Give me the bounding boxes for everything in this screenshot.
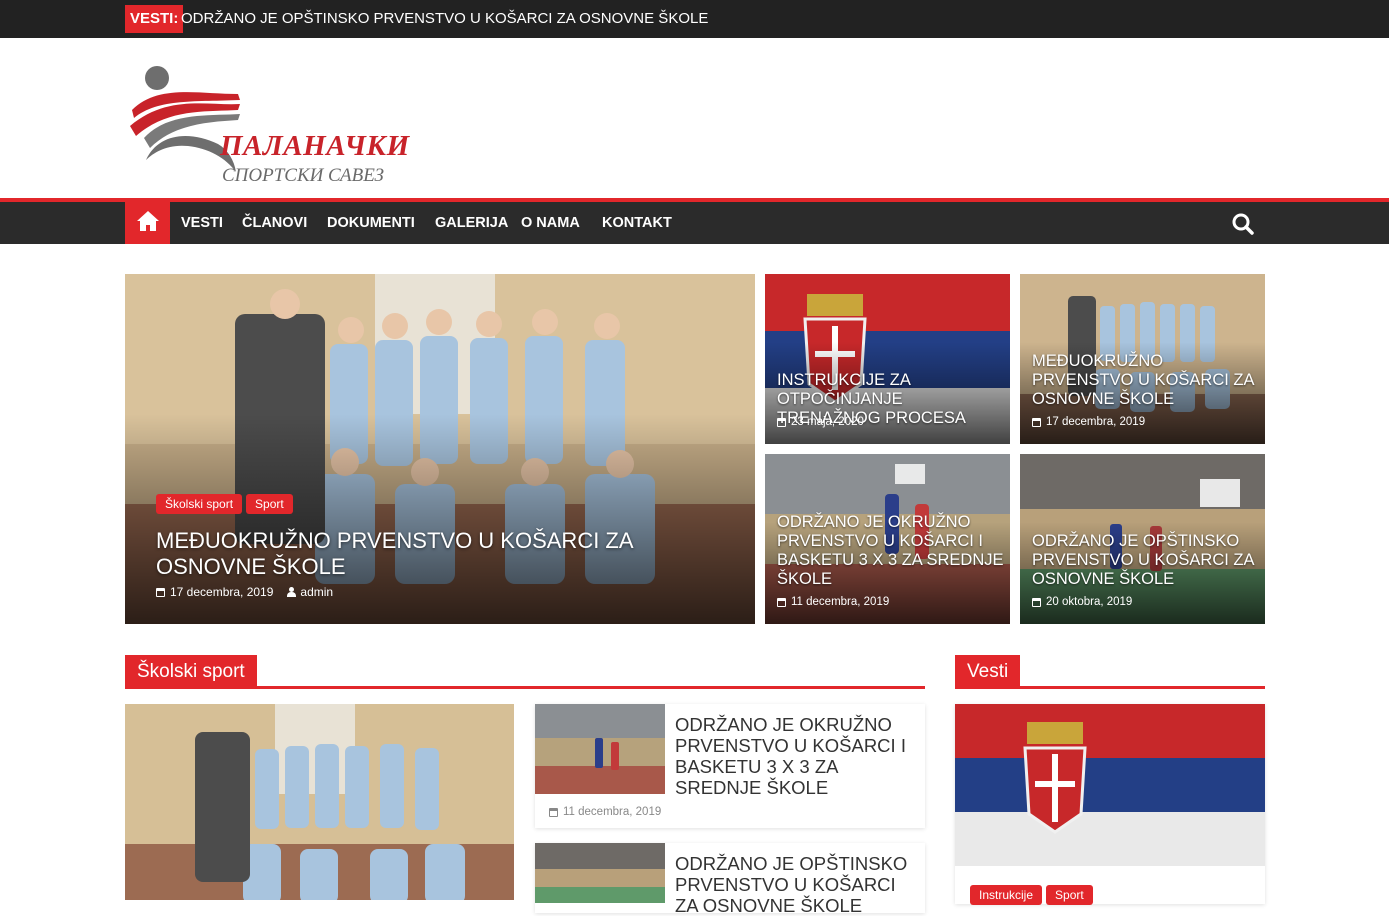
team-photo-image: [125, 704, 514, 900]
tag-sport[interactable]: Sport: [246, 494, 293, 514]
calendar-icon: [777, 597, 786, 607]
list-item-date: 11 decembra, 2019: [549, 806, 661, 818]
tile-post-4[interactable]: ODRŽANO JE OPŠTINSKO PRVENSTVO U KOŠARCI…: [1020, 454, 1265, 624]
list-item-title[interactable]: ODRŽANO JE OPŠTINSKO PRVENSTVO U KOŠARCI…: [675, 853, 920, 916]
list-item-thumbnail: [535, 843, 665, 903]
featured-title[interactable]: MEĐUOKRUŽNO PRVENSTVO U KOŠARCI ZA OSNOV…: [156, 528, 746, 580]
gym-game-image: [535, 843, 665, 903]
list-item-date-text[interactable]: 11 decembra, 2019: [563, 806, 661, 818]
gym-basketball-image: [535, 704, 665, 794]
list-item-title[interactable]: ODRŽANO JE OKRUŽNO PRVENSTVO U KOŠARCI I…: [675, 714, 920, 798]
tile-post-2[interactable]: MEĐUOKRUŽNO PRVENSTVO U KOŠARCI ZA OSNOV…: [1020, 274, 1265, 444]
featured-author[interactable]: admin: [300, 585, 333, 599]
nav-item-galerija[interactable]: GALERIJA: [435, 202, 508, 244]
nav-item-vesti[interactable]: VESTI: [181, 202, 223, 244]
nav-search-button[interactable]: [1231, 212, 1255, 236]
tile-date: 20 oktobra, 2019: [1032, 596, 1132, 608]
tile-title[interactable]: ODRŽANO JE OPŠTINSKO PRVENSTVO U KOŠARCI…: [1032, 532, 1259, 589]
featured-tags: Školski sport Sport: [156, 494, 297, 514]
tile-date-text[interactable]: 23 maja, 2020: [791, 416, 864, 428]
logo-title: ПАЛАНАЧКИ: [220, 130, 410, 162]
nav-home-button[interactable]: [125, 198, 170, 244]
section-title[interactable]: Vesti: [955, 655, 1021, 689]
nav-item-o-nama[interactable]: O NAMA: [521, 202, 580, 244]
ticker-headline[interactable]: ODRŽANO JE OPŠTINSKO PRVENSTVO U KOŠARCI…: [181, 5, 708, 33]
serbian-flag-image: [955, 704, 1265, 866]
home-icon: [136, 211, 159, 231]
tag-sport[interactable]: Sport: [1046, 885, 1093, 905]
tile-date: 17 decembra, 2019: [1032, 416, 1145, 428]
tile-date-text[interactable]: 17 decembra, 2019: [1046, 416, 1145, 428]
tile-date: 11 decembra, 2019: [777, 596, 889, 608]
tile-title[interactable]: ODRŽANO JE OKRUŽNO PRVENSTVO U KOŠARCI I…: [777, 513, 1004, 589]
search-icon: [1232, 213, 1254, 235]
featured-date[interactable]: 17 decembra, 2019: [170, 585, 273, 599]
logo-subtitle: СПОРТСКИ САВЕЗ: [222, 165, 384, 186]
calendar-icon: [777, 417, 786, 427]
list-item[interactable]: ODRŽANO JE OKRUŽNO PRVENSTVO U KOŠARCI I…: [535, 704, 925, 828]
site-header: ПАЛАНАЧКИ СПОРТСКИ САВЕЗ: [0, 38, 1389, 198]
main-navigation: VESTI ČLANOVI DOKUMENTI GALERIJA O NAMA …: [0, 198, 1389, 244]
calendar-icon: [549, 807, 558, 817]
section-title[interactable]: Školski sport: [125, 655, 257, 689]
tile-post-1[interactable]: INSTRUKCIJE ZA OTPOČINJANJE TRENAŽNOG PR…: [765, 274, 1010, 444]
list-item[interactable]: ODRŽANO JE OPŠTINSKO PRVENSTVO U KOŠARCI…: [535, 843, 925, 916]
section-main-image[interactable]: [125, 704, 514, 900]
nav-item-clanovi[interactable]: ČLANOVI: [242, 202, 307, 244]
ticker-label: VESTI:: [125, 5, 184, 33]
featured-post[interactable]: Školski sport Sport MEĐUOKRUŽNO PRVENSTVO…: [125, 274, 755, 624]
calendar-icon: [156, 587, 165, 597]
tile-date: 23 maja, 2020: [777, 416, 864, 428]
calendar-icon: [1032, 417, 1041, 427]
sidebar-post-card[interactable]: Instrukcije Sport: [955, 704, 1265, 905]
user-icon: [287, 587, 297, 597]
section-header-skolski-sport: Školski sport: [125, 655, 925, 689]
tile-date-text[interactable]: 20 oktobra, 2019: [1046, 596, 1132, 608]
tile-title[interactable]: MEĐUOKRUŽNO PRVENSTVO U KOŠARCI ZA OSNOV…: [1032, 352, 1259, 409]
featured-meta: 17 decembra, 2019 admin: [156, 585, 333, 599]
nav-item-kontakt[interactable]: KONTAKT: [602, 202, 672, 244]
sidebar-post-tags: Instrukcije Sport: [970, 885, 1097, 905]
tile-date-text[interactable]: 11 decembra, 2019: [791, 596, 889, 608]
news-ticker-bar: VESTI: ODRŽANO JE OPŠTINSKO PRVENSTVO U …: [0, 0, 1389, 38]
section-header-vesti: Vesti: [955, 655, 1265, 689]
nav-item-dokumenti[interactable]: DOKUMENTI: [327, 202, 415, 244]
tile-post-3[interactable]: ODRŽANO JE OKRUŽNO PRVENSTVO U KOŠARCI I…: [765, 454, 1010, 624]
tag-skolski-sport[interactable]: Školski sport: [156, 494, 243, 514]
tag-instrukcije[interactable]: Instrukcije: [970, 885, 1043, 905]
calendar-icon: [1032, 597, 1041, 607]
list-item-thumbnail: [535, 704, 665, 794]
